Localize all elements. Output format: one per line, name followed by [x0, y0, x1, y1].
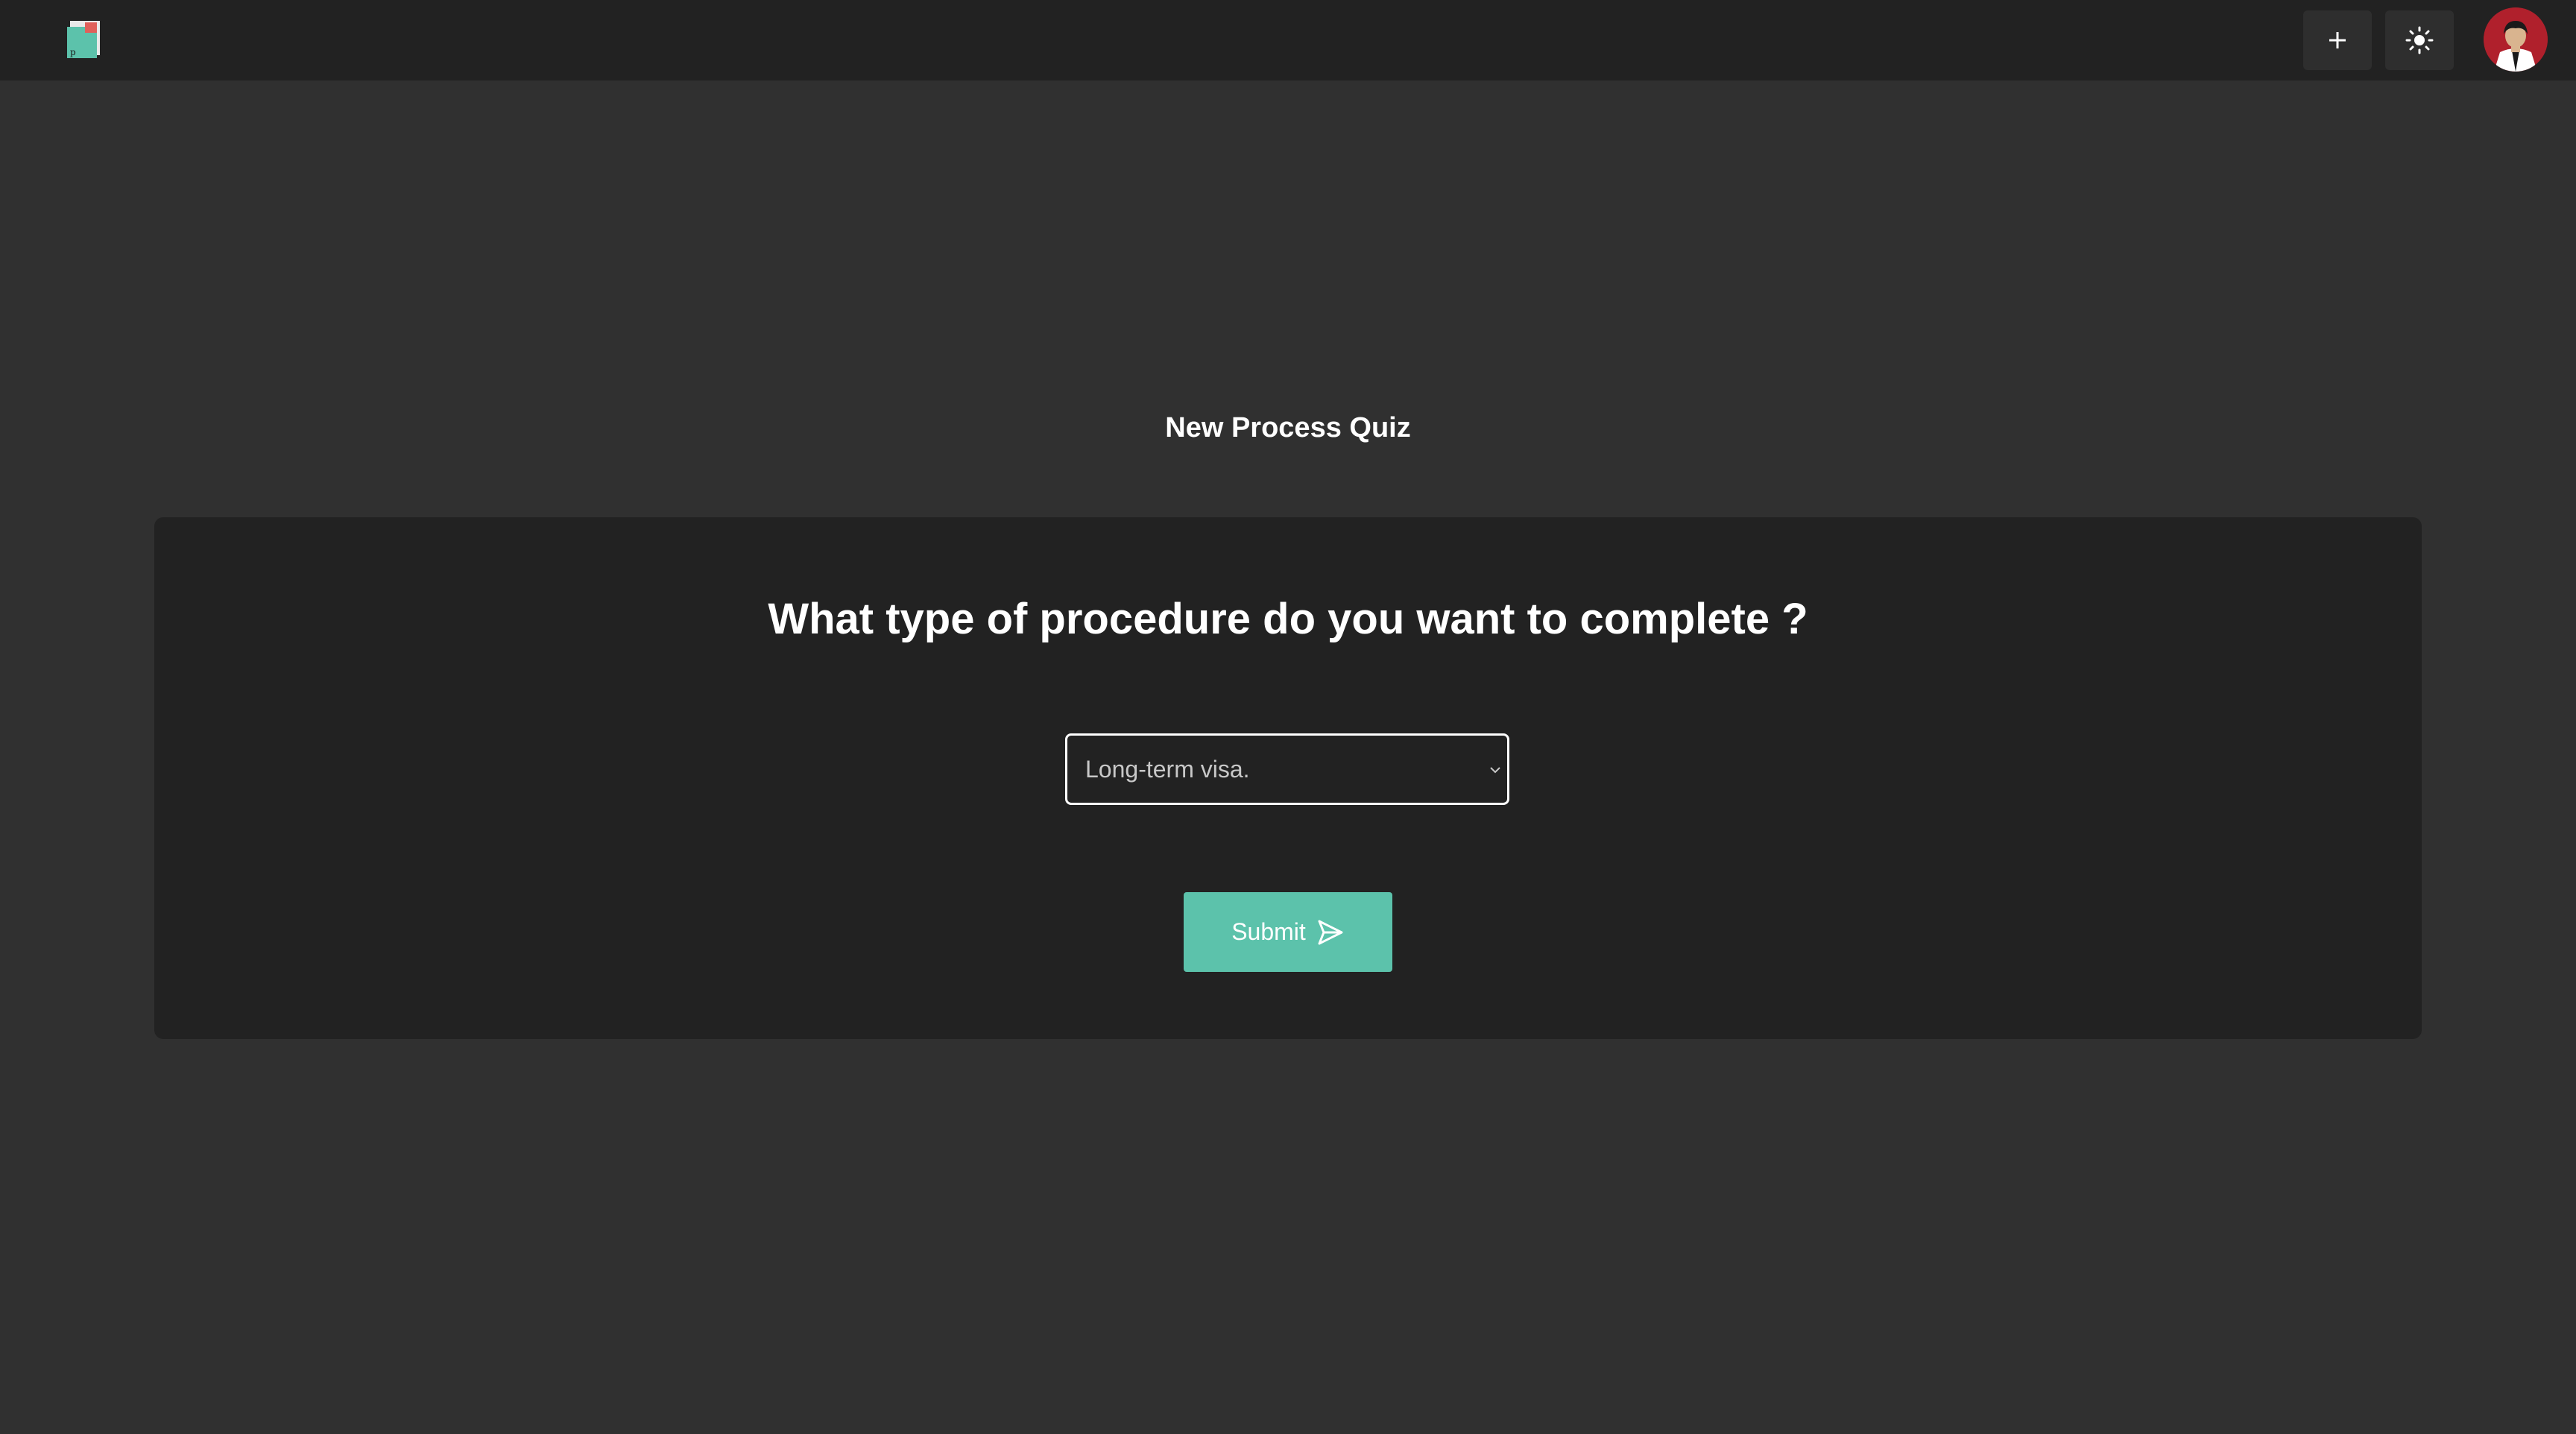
app-logo-icon[interactable]: p [66, 19, 103, 60]
plus-icon [2329, 32, 2346, 48]
submit-button[interactable]: Submit [1184, 892, 1392, 972]
quiz-question: What type of procedure do you want to co… [768, 595, 1808, 643]
procedure-select-value: Long-term visa. [1085, 756, 1250, 783]
svg-text:p: p [70, 47, 76, 57]
submit-label: Submit [1231, 918, 1306, 945]
theme-toggle-button[interactable] [2385, 10, 2454, 70]
procedure-select[interactable]: Long-term visa. [1065, 733, 1509, 805]
user-avatar[interactable] [2484, 7, 2548, 72]
chevron-down-icon [1490, 767, 1500, 774]
add-button[interactable] [2303, 10, 2372, 70]
page-title: New Process Quiz [1165, 412, 1411, 443]
quiz-card: What type of procedure do you want to co… [154, 517, 2422, 1039]
send-icon [1318, 920, 1343, 944]
sun-icon [2405, 26, 2434, 54]
top-bar: p [0, 0, 2576, 80]
